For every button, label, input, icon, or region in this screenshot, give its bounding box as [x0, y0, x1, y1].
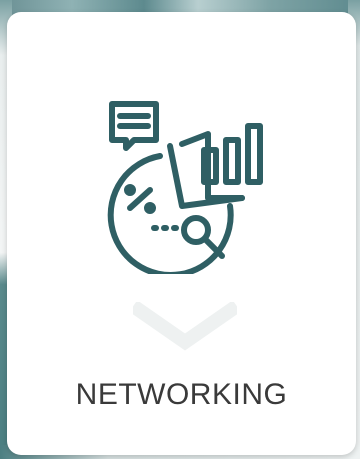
chevron-down-icon [133, 302, 237, 351]
networking-card[interactable]: NETWORKING [7, 12, 356, 455]
analytics-chart-icon [107, 101, 263, 274]
card-title: NETWORKING [75, 378, 288, 411]
